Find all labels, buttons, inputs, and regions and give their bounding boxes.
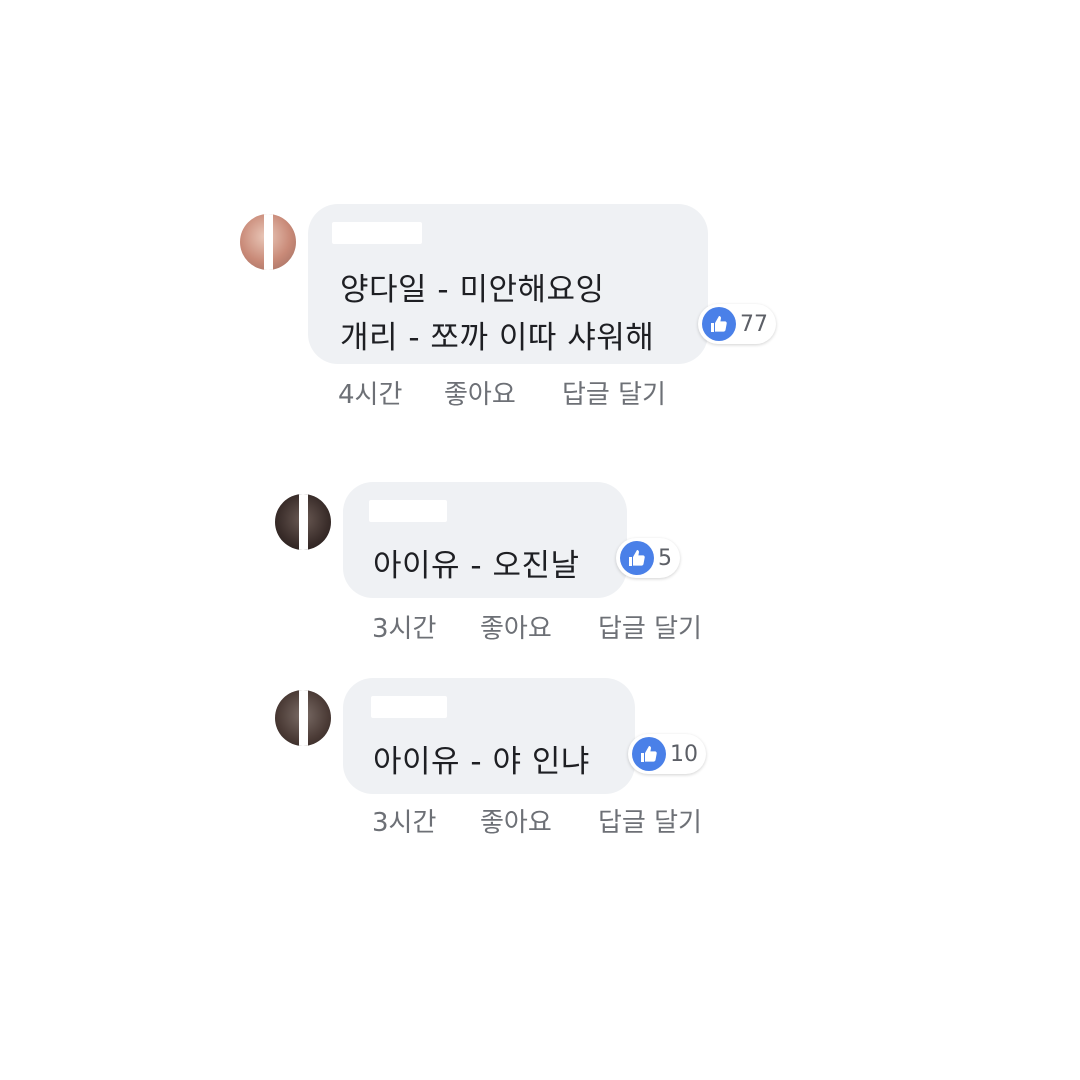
comment-text-line: 양다일 - 미안해요잉	[340, 272, 605, 308]
avatar[interactable]	[275, 690, 331, 746]
comment-bubble: 양다일 - 미안해요잉 개리 - 쪼까 이따 샤워해	[308, 204, 708, 364]
like-count: 77	[740, 311, 768, 337]
comment-timestamp[interactable]: 4시간	[338, 374, 402, 411]
reply-link[interactable]: 답글 달기	[598, 608, 702, 645]
reply-link[interactable]: 답글 달기	[562, 374, 666, 411]
comment-bubble: 아이유 - 오진날	[343, 482, 627, 598]
thumbs-up-icon	[702, 307, 736, 341]
like-count: 5	[658, 545, 672, 571]
like-count: 10	[670, 741, 698, 767]
author-name-redacted[interactable]	[371, 696, 447, 718]
comment-text-line: 개리 - 쪼까 이따 샤워해	[340, 320, 655, 356]
comment-thread: 양다일 - 미안해요잉 개리 - 쪼까 이따 샤워해 77 4시간 좋아요 답글…	[0, 0, 1080, 1080]
thumbs-up-icon	[620, 541, 654, 575]
author-name-redacted[interactable]	[332, 222, 422, 244]
like-link[interactable]: 좋아요	[480, 608, 552, 645]
like-link[interactable]: 좋아요	[480, 802, 552, 839]
comment-timestamp[interactable]: 3시간	[372, 802, 436, 839]
like-link[interactable]: 좋아요	[444, 374, 516, 411]
comment-bubble: 아이유 - 야 인냐	[343, 678, 635, 794]
comment-timestamp[interactable]: 3시간	[372, 608, 436, 645]
thumbs-up-icon	[632, 737, 666, 771]
comment-text-line: 아이유 - 오진날	[373, 548, 580, 584]
reaction-badge[interactable]: 10	[628, 734, 706, 774]
avatar[interactable]	[275, 494, 331, 550]
reaction-badge[interactable]: 77	[698, 304, 776, 344]
comment-text-line: 아이유 - 야 인냐	[373, 744, 590, 780]
avatar[interactable]	[240, 214, 296, 270]
author-name-redacted[interactable]	[369, 500, 447, 522]
reply-link[interactable]: 답글 달기	[598, 802, 702, 839]
reaction-badge[interactable]: 5	[616, 538, 680, 578]
